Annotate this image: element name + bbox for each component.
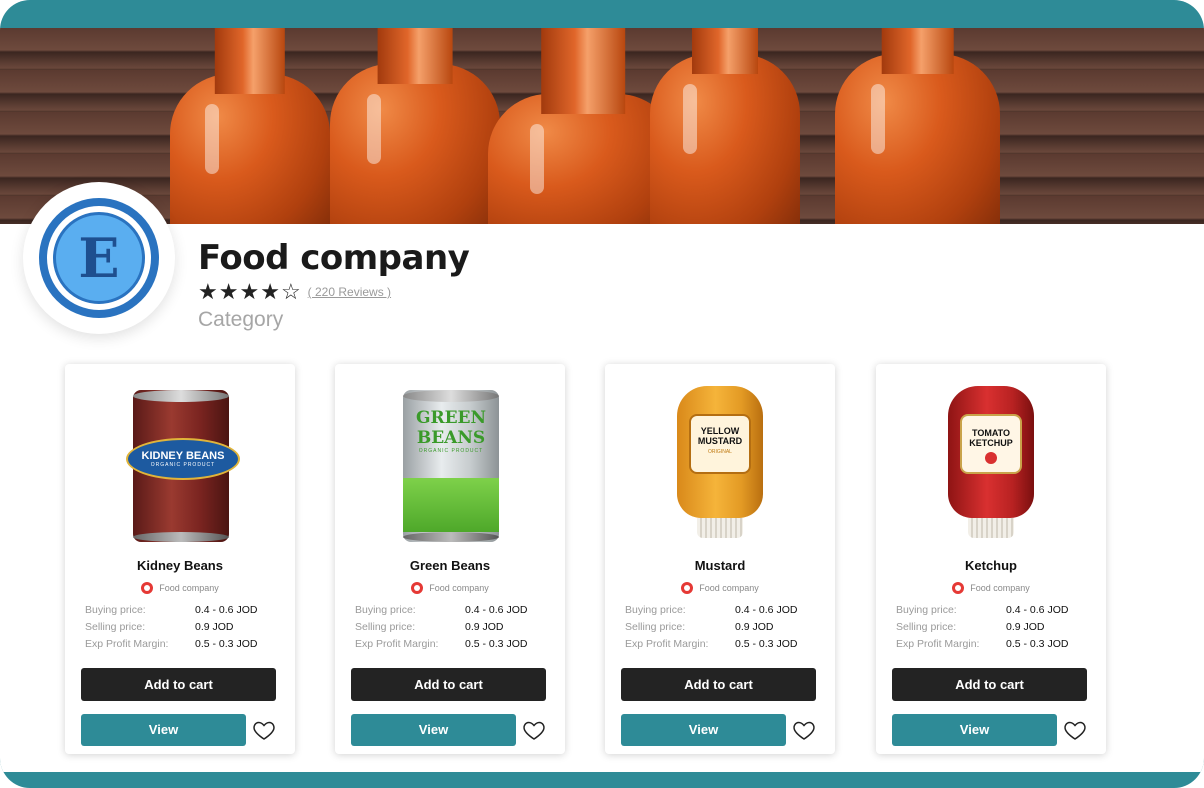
star-icon: ★ bbox=[260, 279, 280, 304]
profit-margin-label: Exp Profit Margin: bbox=[85, 638, 169, 650]
buying-price-label: Buying price: bbox=[85, 604, 146, 616]
heart-icon[interactable] bbox=[1063, 718, 1087, 742]
product-card: GREEN BEANS ORGANIC PRODUCT Green Beans … bbox=[335, 364, 565, 754]
vendor-logo-icon bbox=[952, 582, 965, 594]
heart-icon[interactable] bbox=[252, 718, 276, 742]
product-image: TOMATO KETCHUP bbox=[926, 384, 1056, 552]
selling-price-label: Selling price: bbox=[85, 621, 146, 633]
heart-icon[interactable] bbox=[522, 718, 546, 742]
star-icon: ★ bbox=[218, 279, 239, 304]
star-icon: ★ bbox=[239, 279, 260, 304]
vendor-name: Food company bbox=[970, 583, 1030, 593]
product-name[interactable]: Green Beans bbox=[335, 558, 565, 573]
buying-price-label: Buying price: bbox=[896, 604, 957, 616]
buying-price-value: 0.4 - 0.6 JOD bbox=[1006, 604, 1069, 616]
buying-price-label: Buying price: bbox=[355, 604, 416, 616]
product-name[interactable]: Mustard bbox=[605, 558, 835, 573]
add-to-cart-button[interactable]: Add to cart bbox=[621, 668, 816, 701]
selling-price-value: 0.9 JOD bbox=[735, 621, 774, 633]
product-image: KIDNEY BEANS ORGANIC PRODUCT bbox=[115, 384, 245, 552]
vendor-logo-icon bbox=[681, 582, 694, 594]
heart-icon[interactable] bbox=[792, 718, 816, 742]
vendor-logo-icon bbox=[411, 582, 424, 594]
buying-price-value: 0.4 - 0.6 JOD bbox=[195, 604, 258, 616]
reviews-link[interactable]: ( 220 Reviews ) bbox=[308, 285, 391, 299]
product-art-title: YELLOW MUSTARD bbox=[697, 426, 743, 446]
product-card: KIDNEY BEANS ORGANIC PRODUCT Kidney Bean… bbox=[65, 364, 295, 754]
profit-margin-value: 0.5 - 0.3 JOD bbox=[465, 638, 528, 650]
vendor-name: Food company bbox=[159, 583, 219, 593]
selling-price-label: Selling price: bbox=[896, 621, 957, 633]
product-image: GREEN BEANS ORGANIC PRODUCT bbox=[385, 384, 515, 552]
add-to-cart-button[interactable]: Add to cart bbox=[351, 668, 546, 701]
buying-price-value: 0.4 - 0.6 JOD bbox=[465, 604, 528, 616]
profit-margin-label: Exp Profit Margin: bbox=[355, 638, 439, 650]
view-button[interactable]: View bbox=[892, 714, 1057, 746]
rating: ★ ★ ★ ★ ☆ ( 220 Reviews ) bbox=[198, 281, 391, 303]
buying-price-label: Buying price: bbox=[625, 604, 686, 616]
selling-price-value: 0.9 JOD bbox=[195, 621, 234, 633]
view-button[interactable]: View bbox=[81, 714, 246, 746]
vendor: Food company bbox=[335, 582, 565, 594]
product-art-subtitle: ORGANIC PRODUCT bbox=[150, 462, 216, 468]
company-name: Food company bbox=[198, 238, 470, 278]
add-to-cart-button[interactable]: Add to cart bbox=[81, 668, 276, 701]
selling-price-label: Selling price: bbox=[625, 621, 686, 633]
product-name[interactable]: Kidney Beans bbox=[65, 558, 295, 573]
company-logo: E bbox=[23, 182, 175, 334]
category-label: Category bbox=[198, 308, 284, 331]
vendor: Food company bbox=[605, 582, 835, 594]
view-button[interactable]: View bbox=[351, 714, 516, 746]
product-card: YELLOW MUSTARD ORIGINAL Mustard Food com… bbox=[605, 364, 835, 754]
add-to-cart-button[interactable]: Add to cart bbox=[892, 668, 1087, 701]
profit-margin-value: 0.5 - 0.3 JOD bbox=[195, 638, 258, 650]
vendor: Food company bbox=[876, 582, 1106, 594]
vendor-name: Food company bbox=[699, 583, 759, 593]
selling-price-label: Selling price: bbox=[355, 621, 416, 633]
store-page: E Food company ★ ★ ★ ★ ☆ ( 220 Reviews )… bbox=[0, 28, 1204, 772]
product-name[interactable]: Ketchup bbox=[876, 558, 1106, 573]
view-button[interactable]: View bbox=[621, 714, 786, 746]
product-image: YELLOW MUSTARD ORIGINAL bbox=[655, 384, 785, 552]
star-outline-icon: ☆ bbox=[280, 279, 301, 304]
cover-banner bbox=[0, 28, 1204, 224]
vendor-name: Food company bbox=[429, 583, 489, 593]
product-art-subtitle: ORIGINAL bbox=[708, 449, 732, 455]
vendor: Food company bbox=[65, 582, 295, 594]
profit-margin-label: Exp Profit Margin: bbox=[896, 638, 980, 650]
profit-margin-label: Exp Profit Margin: bbox=[625, 638, 709, 650]
selling-price-value: 0.9 JOD bbox=[1006, 621, 1045, 633]
product-card: TOMATO KETCHUP Ketchup Food company Buyi… bbox=[876, 364, 1106, 754]
profit-margin-value: 0.5 - 0.3 JOD bbox=[735, 638, 798, 650]
product-art-title: GREEN BEANS bbox=[415, 408, 487, 448]
product-art-title: TOMATO KETCHUP bbox=[969, 428, 1013, 448]
star-icon: ★ bbox=[198, 279, 218, 304]
profit-margin-value: 0.5 - 0.3 JOD bbox=[1006, 638, 1069, 650]
vendor-logo-icon bbox=[141, 582, 154, 594]
buying-price-value: 0.4 - 0.6 JOD bbox=[735, 604, 798, 616]
logo-letter: E bbox=[78, 226, 120, 290]
product-art-subtitle: ORGANIC PRODUCT bbox=[418, 448, 484, 454]
product-art-title: KIDNEY BEANS bbox=[141, 450, 225, 462]
selling-price-value: 0.9 JOD bbox=[465, 621, 504, 633]
app-frame: E Food company ★ ★ ★ ★ ☆ ( 220 Reviews )… bbox=[0, 0, 1204, 788]
